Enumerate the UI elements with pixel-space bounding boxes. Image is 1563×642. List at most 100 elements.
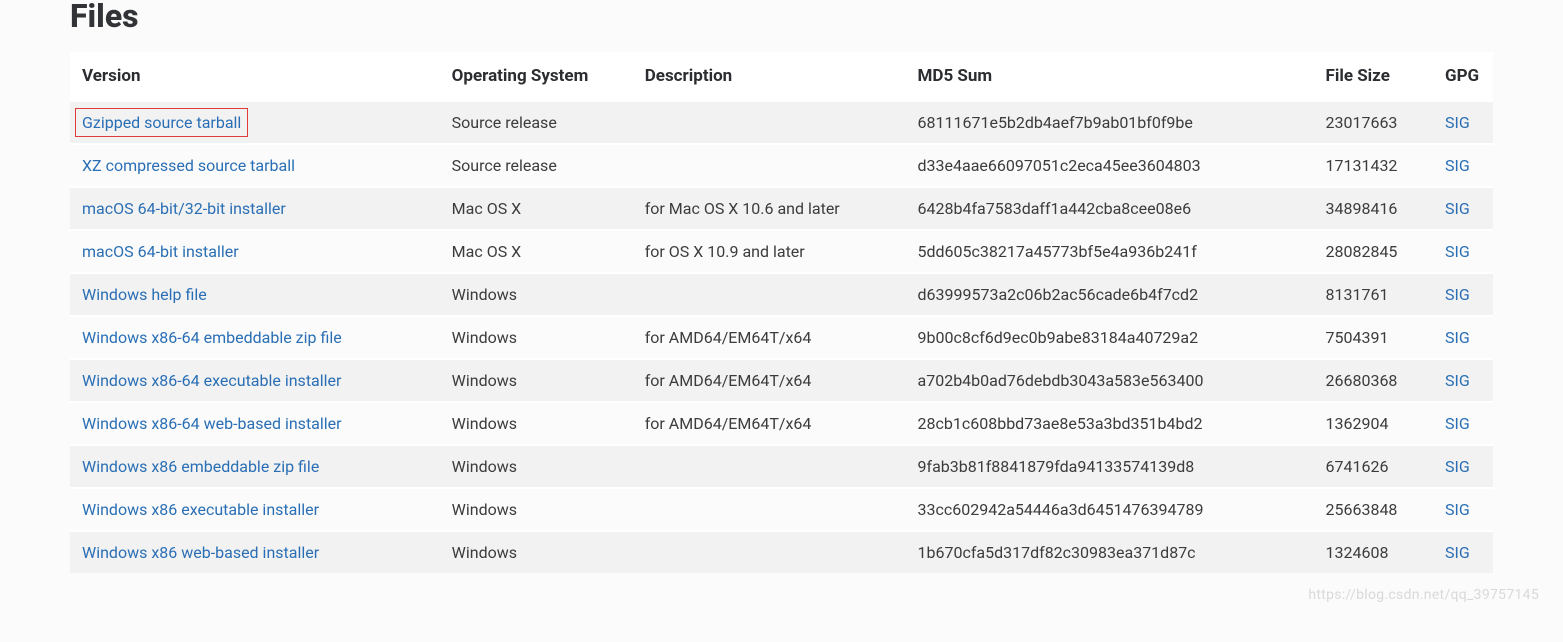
cell-md5: 6428b4fa7583daff1a442cba8cee08e6 bbox=[906, 187, 1314, 230]
highlight-box: Gzipped source tarball bbox=[75, 108, 248, 137]
cell-gpg: SIG bbox=[1433, 402, 1493, 445]
cell-version: macOS 64-bit installer bbox=[70, 230, 440, 273]
sig-link[interactable]: SIG bbox=[1445, 156, 1470, 175]
cell-version: Windows x86-64 web-based installer bbox=[70, 402, 440, 445]
version-link[interactable]: Windows x86 embeddable zip file bbox=[82, 457, 319, 476]
cell-md5: 9fab3b81f8841879fda94133574139d8 bbox=[906, 445, 1314, 488]
version-link[interactable]: Windows x86 executable installer bbox=[82, 500, 319, 519]
cell-md5: d33e4aae66097051c2eca45ee3604803 bbox=[906, 144, 1314, 187]
cell-filesize: 25663848 bbox=[1313, 488, 1433, 531]
cell-description: for AMD64/EM64T/x64 bbox=[633, 402, 906, 445]
cell-description: for AMD64/EM64T/x64 bbox=[633, 359, 906, 402]
cell-gpg: SIG bbox=[1433, 488, 1493, 531]
cell-os: Mac OS X bbox=[440, 230, 633, 273]
version-link[interactable]: Windows help file bbox=[82, 285, 207, 304]
version-link[interactable]: macOS 64-bit/32-bit installer bbox=[82, 199, 286, 218]
col-description: Description bbox=[633, 52, 906, 101]
version-link[interactable]: Windows x86-64 web-based installer bbox=[82, 414, 342, 433]
cell-os: Windows bbox=[440, 359, 633, 402]
cell-filesize: 1324608 bbox=[1313, 531, 1433, 573]
sig-link[interactable]: SIG bbox=[1445, 371, 1470, 390]
cell-md5: 33cc602942a54446a3d6451476394789 bbox=[906, 488, 1314, 531]
cell-gpg: SIG bbox=[1433, 273, 1493, 316]
sig-link[interactable]: SIG bbox=[1445, 113, 1470, 132]
cell-gpg: SIG bbox=[1433, 144, 1493, 187]
cell-gpg: SIG bbox=[1433, 531, 1493, 573]
table-row: Windows x86-64 executable installer Windo… bbox=[70, 359, 1493, 402]
version-link[interactable]: Windows x86-64 embeddable zip file bbox=[82, 328, 342, 347]
sig-link[interactable]: SIG bbox=[1445, 457, 1470, 476]
cell-os: Windows bbox=[440, 316, 633, 359]
col-filesize: File Size bbox=[1313, 52, 1433, 101]
version-link[interactable]: Gzipped source tarball bbox=[82, 113, 241, 132]
cell-gpg: SIG bbox=[1433, 230, 1493, 273]
sig-link[interactable]: SIG bbox=[1445, 500, 1470, 519]
cell-md5: 9b00c8cf6d9ec0b9abe83184a40729a2 bbox=[906, 316, 1314, 359]
version-link[interactable]: XZ compressed source tarball bbox=[82, 156, 295, 175]
cell-gpg: SIG bbox=[1433, 445, 1493, 488]
cell-os: Windows bbox=[440, 488, 633, 531]
cell-version: Windows help file bbox=[70, 273, 440, 316]
cell-description: for AMD64/EM64T/x64 bbox=[633, 316, 906, 359]
table-header-row: Version Operating System Description MD5… bbox=[70, 52, 1493, 101]
cell-filesize: 7504391 bbox=[1313, 316, 1433, 359]
cell-version: Windows x86 embeddable zip file bbox=[70, 445, 440, 488]
cell-gpg: SIG bbox=[1433, 101, 1493, 144]
cell-os: Windows bbox=[440, 531, 633, 573]
table-row: macOS 64-bit installerMac OS Xfor OS X 1… bbox=[70, 230, 1493, 273]
col-os: Operating System bbox=[440, 52, 633, 101]
sig-link[interactable]: SIG bbox=[1445, 242, 1470, 261]
cell-os: Windows bbox=[440, 445, 633, 488]
cell-filesize: 8131761 bbox=[1313, 273, 1433, 316]
cell-os: Windows bbox=[440, 273, 633, 316]
table-row: Windows x86 web-based installer Windows 1b… bbox=[70, 531, 1493, 573]
table-row: Gzipped source tarball Source release 6811… bbox=[70, 101, 1493, 144]
cell-description: for Mac OS X 10.6 and later bbox=[633, 187, 906, 230]
cell-version: XZ compressed source tarball bbox=[70, 144, 440, 187]
sig-link[interactable]: SIG bbox=[1445, 543, 1470, 562]
cell-description bbox=[633, 445, 906, 488]
cell-os: Mac OS X bbox=[440, 187, 633, 230]
sig-link[interactable]: SIG bbox=[1445, 414, 1470, 433]
cell-description bbox=[633, 144, 906, 187]
sig-link[interactable]: SIG bbox=[1445, 199, 1470, 218]
cell-version: Windows x86 web-based installer bbox=[70, 531, 440, 573]
cell-filesize: 23017663 bbox=[1313, 101, 1433, 144]
cell-md5: 1b670cfa5d317df82c30983ea371d87c bbox=[906, 531, 1314, 573]
cell-md5: 68111671e5b2db4aef7b9ab01bf0f9be bbox=[906, 101, 1314, 144]
cell-os: Source release bbox=[440, 101, 633, 144]
table-row: XZ compressed source tarball Source relea… bbox=[70, 144, 1493, 187]
table-row: Windows x86 embeddable zip file Windows 9f… bbox=[70, 445, 1493, 488]
cell-filesize: 34898416 bbox=[1313, 187, 1433, 230]
watermark-text: https://blog.csdn.net/qq_39757145 bbox=[1308, 587, 1539, 603]
table-row: Windows x86 executable installer Windows 3… bbox=[70, 488, 1493, 531]
col-version: Version bbox=[70, 52, 440, 101]
cell-os: Source release bbox=[440, 144, 633, 187]
table-row: macOS 64-bit/32-bit installer Mac OS Xfor… bbox=[70, 187, 1493, 230]
page-title: Files bbox=[70, 0, 1493, 32]
cell-filesize: 26680368 bbox=[1313, 359, 1433, 402]
cell-version: Windows x86-64 executable installer bbox=[70, 359, 440, 402]
cell-description bbox=[633, 488, 906, 531]
cell-version: Gzipped source tarball bbox=[70, 101, 440, 144]
cell-md5: 5dd605c38217a45773bf5e4a936b241f bbox=[906, 230, 1314, 273]
cell-description bbox=[633, 273, 906, 316]
cell-gpg: SIG bbox=[1433, 359, 1493, 402]
cell-version: Windows x86-64 embeddable zip file bbox=[70, 316, 440, 359]
cell-md5: d63999573a2c06b2ac56cade6b4f7cd2 bbox=[906, 273, 1314, 316]
sig-link[interactable]: SIG bbox=[1445, 285, 1470, 304]
version-link[interactable]: Windows x86-64 executable installer bbox=[82, 371, 341, 390]
cell-gpg: SIG bbox=[1433, 316, 1493, 359]
cell-description bbox=[633, 101, 906, 144]
cell-os: Windows bbox=[440, 402, 633, 445]
cell-version: Windows x86 executable installer bbox=[70, 488, 440, 531]
cell-version: macOS 64-bit/32-bit installer bbox=[70, 187, 440, 230]
cell-md5: a702b4b0ad76debdb3043a583e563400 bbox=[906, 359, 1314, 402]
version-link[interactable]: Windows x86 web-based installer bbox=[82, 543, 319, 562]
cell-md5: 28cb1c608bbd73ae8e53a3bd351b4bd2 bbox=[906, 402, 1314, 445]
table-row: Windows x86-64 web-based installer Window… bbox=[70, 402, 1493, 445]
sig-link[interactable]: SIG bbox=[1445, 328, 1470, 347]
version-link[interactable]: macOS 64-bit installer bbox=[82, 242, 239, 261]
col-md5: MD5 Sum bbox=[906, 52, 1314, 101]
cell-filesize: 6741626 bbox=[1313, 445, 1433, 488]
